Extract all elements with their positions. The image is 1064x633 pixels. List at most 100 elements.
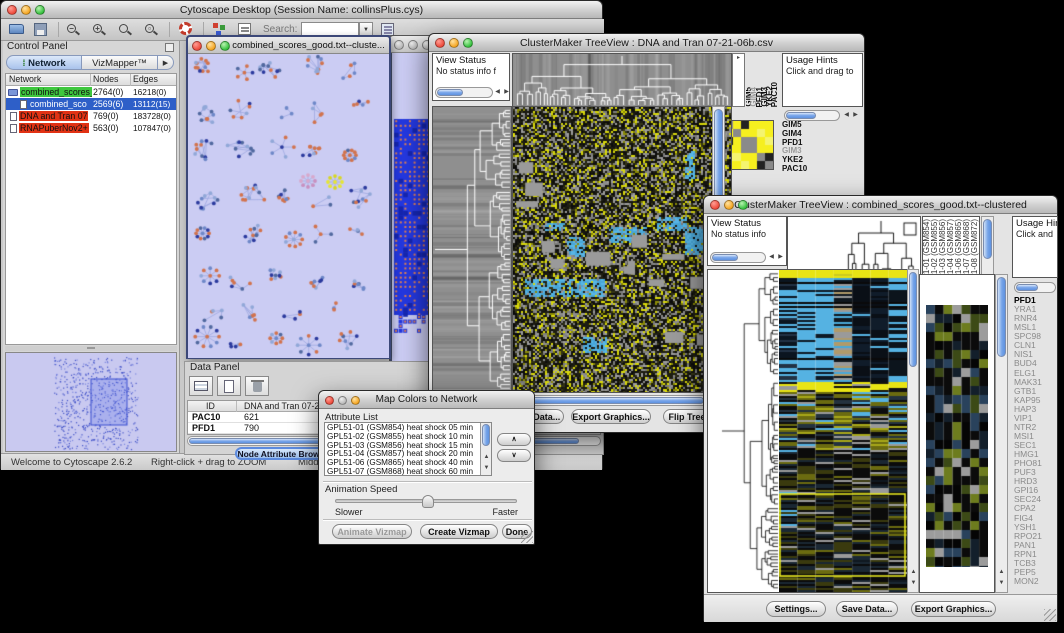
- tv2-hints-scrollbar[interactable]: [1014, 282, 1056, 293]
- scroll-right-icon[interactable]: ▶: [851, 111, 860, 121]
- new-attribute-icon[interactable]: [217, 376, 241, 396]
- network-table-header[interactable]: Network Nodes Edges: [6, 74, 176, 86]
- row-tree-canvas[interactable]: [708, 270, 780, 592]
- tab-overflow-icon[interactable]: ▶: [158, 55, 174, 70]
- close-icon[interactable]: [325, 396, 334, 405]
- scroll-down-icon[interactable]: ▼: [482, 464, 491, 474]
- tv1-column-dendrogram[interactable]: [512, 53, 732, 107]
- zoom-window-icon[interactable]: [220, 41, 230, 51]
- create-vizmap-button[interactable]: Create Vizmap: [420, 524, 498, 539]
- slider-thumb[interactable]: [422, 495, 434, 508]
- open-file-icon[interactable]: [9, 24, 24, 34]
- attribute-list-vscroll[interactable]: ▲ ▼: [480, 423, 491, 475]
- scroll-right-icon[interactable]: ▶: [776, 253, 785, 263]
- scroll-up-icon[interactable]: ▲: [997, 568, 1006, 578]
- network-row[interactable]: combined_scores_2764(0)16218(0): [6, 86, 176, 98]
- tv2-row-dendrogram[interactable]: [707, 269, 781, 593]
- animate-vizmap-button[interactable]: Animate Vizmap: [332, 524, 412, 539]
- close-icon[interactable]: [710, 200, 720, 210]
- tv1-gutter[interactable]: ▸: [732, 53, 745, 107]
- main-titlebar[interactable]: Cytoscape Desktop (Session Name: collins…: [1, 1, 602, 19]
- treeview1-titlebar[interactable]: ClusterMaker TreeView : DNA and Tran 07-…: [429, 34, 864, 52]
- column-label[interactable]: PAC10: [772, 82, 777, 107]
- close-icon[interactable]: [7, 5, 17, 15]
- settings-button[interactable]: Settings...: [766, 601, 826, 617]
- scroll-down-icon[interactable]: ▼: [909, 579, 918, 589]
- vizmapper-icon[interactable]: [213, 23, 218, 28]
- tv1-row-dendrogram[interactable]: [432, 106, 512, 393]
- float-panel-icon[interactable]: [165, 43, 174, 52]
- mini-heatmap-canvas[interactable]: [725, 121, 773, 169]
- row-tree-canvas[interactable]: [433, 107, 511, 392]
- heatmap-canvas[interactable]: [513, 107, 731, 392]
- close-icon[interactable]: [435, 38, 445, 48]
- move-up-button[interactable]: ∧: [497, 433, 531, 446]
- resize-grip[interactable]: [1044, 609, 1056, 621]
- gene-label[interactable]: MON2: [1014, 577, 1058, 586]
- move-down-button[interactable]: ∨: [497, 449, 531, 462]
- expand-icon[interactable]: ▸: [737, 55, 740, 61]
- network-row[interactable]: RNAPuberNov2+563(0)107847(0): [6, 122, 176, 134]
- zoom-window-icon[interactable]: [738, 200, 748, 210]
- scroll-right-icon[interactable]: ▶: [502, 88, 511, 98]
- tab-network[interactable]: ⁞ Network: [6, 55, 82, 70]
- network-view-titlebar[interactable]: combined_scores_good.txt--cluste...: [188, 37, 389, 54]
- tv2-main-heatmap[interactable]: [779, 269, 909, 593]
- tv2-zoom-vscroll[interactable]: ▲ ▼: [995, 274, 1008, 593]
- network-window-background[interactable]: [389, 35, 433, 371]
- table-view-icon[interactable]: [189, 376, 213, 396]
- heatmap-canvas[interactable]: [779, 270, 907, 592]
- col-nodes[interactable]: Nodes: [93, 74, 118, 84]
- minimize-icon[interactable]: [206, 41, 216, 51]
- scroll-left-icon[interactable]: ◀: [767, 253, 776, 263]
- zoom-window-icon[interactable]: [351, 396, 360, 405]
- id-header[interactable]: ID: [206, 401, 215, 411]
- scroll-up-icon[interactable]: ▲: [909, 568, 918, 578]
- scroll-left-icon[interactable]: ◀: [842, 111, 851, 121]
- export-graphics-button[interactable]: Export Graphics...: [911, 601, 996, 617]
- scroll-left-icon[interactable]: ◀: [493, 88, 502, 98]
- tv2-zoom-heatmap[interactable]: [919, 274, 995, 593]
- col-edges[interactable]: Edges: [133, 74, 158, 84]
- col-network[interactable]: Network: [9, 74, 41, 84]
- tv2-heatmap-vscroll[interactable]: ▲ ▼: [907, 269, 919, 593]
- panel-splitter[interactable]: [5, 346, 177, 351]
- dialog-titlebar[interactable]: Map Colors to Network: [319, 391, 534, 409]
- attribute-list[interactable]: GPL51-01 (GSM854) heat shock 05 minGPL51…: [324, 422, 492, 476]
- help-ring-icon[interactable]: [179, 22, 192, 35]
- save-icon[interactable]: [34, 23, 47, 36]
- minimize-icon[interactable]: [338, 396, 347, 405]
- tab-vizmapper[interactable]: VizMapper™: [82, 55, 158, 70]
- dense-network-canvas[interactable]: [390, 53, 433, 368]
- network-overview[interactable]: [5, 352, 177, 452]
- tv1-export-graphics-button[interactable]: Export Graphics...: [571, 409, 651, 424]
- minimize-icon[interactable]: [21, 5, 31, 15]
- close-icon[interactable]: [192, 41, 202, 51]
- row-label[interactable]: PAC10: [782, 165, 862, 174]
- column-tree-canvas[interactable]: [513, 54, 731, 106]
- network-graph-canvas[interactable]: [188, 54, 389, 358]
- animation-speed-slider[interactable]: [335, 499, 517, 503]
- zoom-selected-icon[interactable]: [119, 24, 128, 33]
- tv1-hints-scrollbar[interactable]: [784, 110, 840, 121]
- zoom-heatmap-canvas[interactable]: [926, 305, 988, 567]
- zoom-in-icon[interactable]: +: [93, 24, 102, 33]
- zoom-out-icon[interactable]: −: [67, 24, 76, 33]
- view-status-scrollbar[interactable]: [710, 252, 766, 263]
- scroll-down-icon[interactable]: ▼: [997, 579, 1006, 589]
- save-data-button[interactable]: Save Data...: [836, 601, 898, 617]
- view-status-scrollbar[interactable]: [435, 87, 493, 98]
- treeview2-titlebar[interactable]: ClusterMaker TreeView : combined_scores_…: [704, 196, 1057, 214]
- tv1-main-heatmap[interactable]: [512, 106, 732, 393]
- scroll-up-icon[interactable]: ▲: [482, 453, 491, 463]
- minimize-icon[interactable]: [408, 40, 418, 50]
- minimize-icon[interactable]: [724, 200, 734, 210]
- minimize-icon[interactable]: [449, 38, 459, 48]
- zoom-window-icon[interactable]: [463, 38, 473, 48]
- zoom-window-icon[interactable]: [35, 5, 45, 15]
- attribute-item[interactable]: GPL51-07 (GSM868) heat shock 60 min: [327, 468, 491, 476]
- close-icon[interactable]: [394, 40, 404, 50]
- network-overview-canvas[interactable]: [6, 353, 176, 451]
- annotation-icon[interactable]: [238, 23, 251, 35]
- network-row[interactable]: combined_sco2569(6)13112(15): [6, 98, 176, 110]
